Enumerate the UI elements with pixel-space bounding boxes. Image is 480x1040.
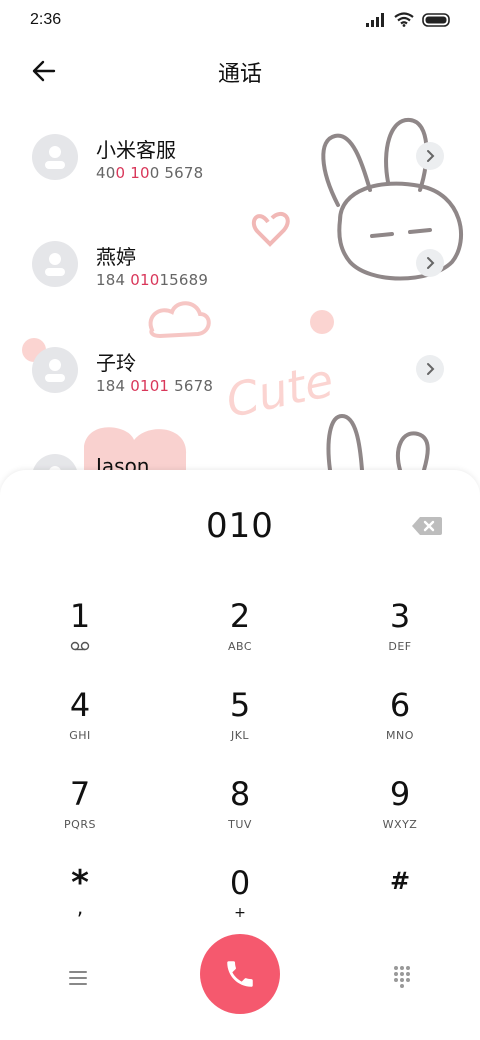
status-icons [366,12,452,27]
call-button[interactable] [200,934,280,1014]
dialpad-key-3[interactable]: 3 DEF [340,596,460,676]
contact-detail-button[interactable] [416,142,444,170]
contact-row[interactable]: 燕婷 184 01015689 [0,207,480,297]
dialpad-key-5[interactable]: 5 JKL [180,685,300,765]
avatar [32,454,78,470]
header: 通话 [0,44,480,100]
dialpad-key-4[interactable]: 4 GHI [20,685,140,765]
dialpad-key-0[interactable]: 0 + [180,863,300,943]
wifi-icon [394,12,414,27]
contact-name: 小米客服 [96,138,176,162]
backspace-icon [412,517,442,535]
contact-list: 小米客服 400 100 5678 燕婷 184 01015689 子玲 184… [0,100,480,470]
menu-button[interactable] [62,962,94,994]
contact-row[interactable]: 子玲 184 0101 5678 [0,313,480,403]
page-title: 通话 [217,62,262,87]
contact-number: 400 100 5678 [96,164,204,182]
contact-detail-button[interactable] [416,355,444,383]
status-bar: 2:36 [0,0,480,44]
dialpad-icon [394,966,410,988]
avatar [32,241,78,287]
dialpad-key-star[interactable]: * , [20,863,140,943]
phone-icon [227,961,253,987]
dialpad-toggle-button[interactable] [386,960,418,992]
contact-number: 184 0101 5678 [96,377,214,395]
status-time: 2:36 [30,11,62,28]
battery-icon [422,12,450,27]
person-icon [45,359,65,382]
dialpad-key-9[interactable]: 9 WXYZ [340,774,460,854]
chevron-right-icon [427,257,435,269]
avatar [32,134,78,180]
contact-name: 子玲 [96,351,136,375]
dialpad-key-6[interactable]: 6 MNO [340,685,460,765]
chevron-right-icon [427,363,435,375]
signal-icon [366,12,384,27]
contact-row[interactable]: 小米客服 400 100 5678 [0,100,480,190]
dialpad-key-2[interactable]: 2 ABC [180,596,300,676]
dialpad-key-1[interactable]: 1 [20,596,140,676]
menu-icon [69,971,87,985]
person-icon [45,253,65,276]
contact-name: Jason [96,454,150,470]
dialpad-key-7[interactable]: 7 PQRS [20,774,140,854]
dial-input[interactable]: 010 [0,506,480,546]
person-icon [49,466,61,470]
avatar [32,347,78,393]
contact-row[interactable]: Jason [0,420,480,470]
dialpad-key-8[interactable]: 8 TUV [180,774,300,854]
chevron-right-icon [427,150,435,162]
dialer-panel: 010 1 2 ABC 3 DEF 4 GHI 5 JKL 6 MNO 7 PQ… [0,470,480,1040]
contact-number: 184 01015689 [96,271,209,289]
person-icon [45,146,65,169]
delete-button[interactable] [410,514,444,538]
contact-name: 燕婷 [96,245,136,269]
voicemail-icon [70,641,90,651]
dialpad-key-hash[interactable]: # [340,863,460,943]
contact-detail-button[interactable] [416,249,444,277]
